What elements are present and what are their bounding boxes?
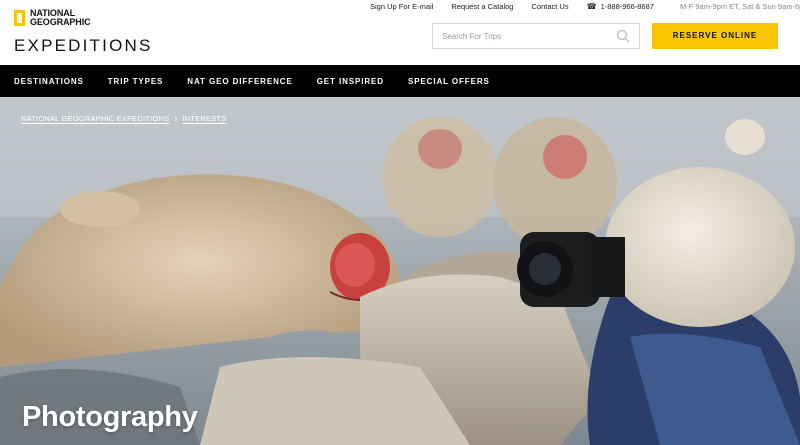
nav-item-get-inspired[interactable]: GET INSPIRED [317,77,384,86]
search-placeholder: Search For Trips [442,32,502,41]
support-hours: M-F 9am-9pm ET, Sat & Sun 9am-6pm ET [679,2,800,11]
email-signup-link[interactable]: Sign Up For E-mail [370,2,433,11]
brand-name: NATIONAL GEOGRAPHIC [30,9,120,27]
nav-item-special-offers[interactable]: SPECIAL OFFERS [408,77,490,86]
nav-item-trip-types[interactable]: TRIP TYPES [108,77,164,86]
hero-banner: NATIONAL GEOGRAPHIC EXPEDITIONS › INTERE… [0,97,800,445]
brand-product: EXPEDITIONS [14,36,153,55]
brand-line-2: GEOGRAPHIC [30,17,91,27]
site-header: NATIONAL GEOGRAPHIC EXPEDITIONS Sign Up … [0,0,800,65]
breadcrumb-link-root[interactable]: NATIONAL GEOGRAPHIC EXPEDITIONS [21,114,169,123]
hero-image [0,97,800,445]
nav-item-destinations[interactable]: DESTINATIONS [14,77,84,86]
reserve-online-button[interactable]: RESERVE ONLINE [652,23,778,49]
catalog-link[interactable]: Request a Catalog [451,2,513,11]
breadcrumb-link-interests[interactable]: INTERESTS [183,114,227,123]
yellow-border-icon [14,10,25,26]
phone-link[interactable]: ☎ 1-888-966-8687 [587,2,672,11]
chevron-right-icon: › [174,113,178,123]
search-icon[interactable] [616,29,630,43]
phone-icon: ☎ [586,2,597,11]
search-input[interactable]: Search For Trips [432,23,640,49]
page-title: Photography [22,401,198,433]
nav-item-nat-geo-difference[interactable]: NAT GEO DIFFERENCE [187,77,292,86]
contact-link[interactable]: Contact Us [531,2,568,11]
breadcrumb: NATIONAL GEOGRAPHIC EXPEDITIONS › INTERE… [21,113,226,123]
phone-number: 1-888-966-8687 [600,2,654,11]
utility-bar: Sign Up For E-mail Request a Catalog Con… [370,2,800,11]
main-nav: DESTINATIONS TRIP TYPES NAT GEO DIFFEREN… [0,65,800,97]
